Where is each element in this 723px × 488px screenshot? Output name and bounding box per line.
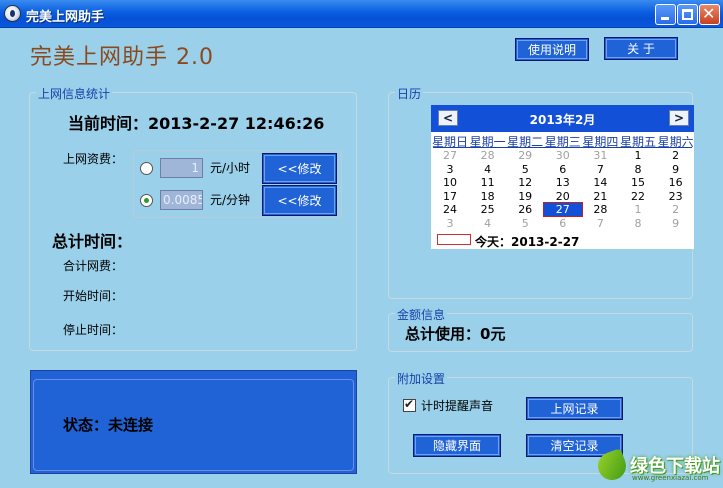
calendar-day[interactable]: 20 (544, 190, 582, 203)
app-icon (4, 5, 21, 22)
calendar-day[interactable]: 5 (506, 217, 544, 230)
help-button[interactable]: 使用说明 (515, 38, 589, 61)
calendar-day[interactable]: 2 (657, 203, 695, 216)
calendar-day[interactable]: 11 (469, 176, 507, 189)
log-button[interactable]: 上网记录 (526, 397, 623, 420)
calendar-day[interactable]: 28 (581, 203, 619, 216)
amount-group-label: 金额信息 (395, 306, 448, 323)
timer-sound-label: 计时提醒声音 (421, 399, 494, 413)
app-title: 完美上网助手 2.0 (30, 45, 214, 70)
weekday-header: 星期日 (431, 135, 468, 149)
total-used: 总计使用：0元 (405, 325, 506, 343)
extra-settings-label: 附加设置 (395, 370, 448, 387)
calendar-day[interactable]: 29 (506, 149, 544, 162)
calendar-day[interactable]: 27 (542, 202, 583, 217)
calendar-day[interactable]: 9 (657, 163, 695, 176)
weekday-header: 星期六 (657, 135, 694, 149)
weekday-header: 星期五 (619, 135, 656, 149)
calendar-day[interactable]: 10 (431, 176, 469, 189)
leaf-icon (594, 448, 630, 484)
calendar-day[interactable]: 19 (506, 190, 544, 203)
calendar-day[interactable]: 13 (544, 176, 582, 189)
modify-hour-button[interactable]: <<修改 (262, 153, 337, 184)
rate-hour-unit: 元/小时 (210, 161, 251, 175)
start-time-label: 开始时间： (63, 289, 124, 303)
maximize-button[interactable] (677, 4, 698, 25)
calendar-day[interactable]: 22 (619, 190, 657, 203)
calendar-day[interactable]: 24 (431, 203, 469, 216)
calendar-day[interactable]: 4 (469, 217, 507, 230)
calendar-day[interactable]: 21 (581, 190, 619, 203)
rate-minute-unit: 元/分钟 (210, 193, 251, 207)
calendar-day[interactable]: 16 (657, 176, 695, 189)
calendar-day[interactable]: 1 (619, 149, 657, 162)
rate-minute-input[interactable]: 0.0085 (160, 190, 203, 210)
weekday-header: 星期二 (507, 135, 544, 149)
calendar-next-button[interactable]: > (669, 110, 689, 126)
minimize-button[interactable] (655, 4, 676, 25)
calendar-day[interactable]: 2 (657, 149, 695, 162)
calendar-day[interactable]: 15 (619, 176, 657, 189)
calendar-day[interactable]: 28 (469, 149, 507, 162)
title-bar[interactable]: 完美上网助手 ✕ (0, 0, 723, 28)
chevron-right-icon: > (673, 111, 685, 125)
calendar-day[interactable]: 30 (544, 149, 582, 162)
calendar-day[interactable]: 3 (431, 163, 469, 176)
hide-button[interactable]: 隐藏界面 (413, 434, 501, 457)
calendar-day[interactable]: 26 (506, 203, 544, 216)
rate-hour-input[interactable]: 1 (160, 158, 203, 178)
stats-group-label: 上网信息统计 (36, 85, 113, 102)
calendar-group-label: 日历 (395, 85, 424, 102)
today-marker (437, 234, 471, 245)
weekday-header: 星期三 (544, 135, 581, 149)
status-panel: 状态：未连接 (30, 370, 357, 474)
fee-label: 上网资费： (63, 152, 124, 166)
close-button[interactable]: ✕ (699, 4, 720, 25)
calendar-day[interactable]: 31 (581, 149, 619, 162)
close-icon: ✕ (702, 4, 716, 23)
maximize-icon (682, 9, 693, 20)
calendar-day[interactable]: 17 (431, 190, 469, 203)
weekday-header: 星期四 (582, 135, 619, 149)
calendar-day[interactable]: 6 (544, 217, 582, 230)
rate-hour-radio[interactable] (140, 162, 153, 175)
calendar-day[interactable]: 25 (469, 203, 507, 216)
stop-time-label: 停止时间： (63, 323, 124, 337)
connection-status: 状态：未连接 (63, 416, 154, 434)
calendar-day[interactable]: 9 (657, 217, 695, 230)
calendar-day[interactable]: 3 (431, 217, 469, 230)
calendar-day[interactable]: 12 (506, 176, 544, 189)
rate-minute-radio[interactable] (140, 194, 153, 207)
current-time: 当前时间：2013-2-27 12:46:26 (68, 114, 325, 133)
calendar[interactable]: 2013年2月 < > 今天：2013-2-27 星期日 星期一 星期二 星期三 星期四… (431, 105, 694, 249)
calendar-day[interactable]: 8 (619, 217, 657, 230)
watermark-url: www.greenxiazai.com (632, 474, 709, 482)
calendar-day[interactable]: 7 (581, 217, 619, 230)
calendar-day[interactable]: 7 (581, 163, 619, 176)
calendar-day[interactable]: 1 (619, 203, 657, 216)
calendar-day[interactable]: 27 (431, 149, 469, 162)
calendar-day[interactable]: 8 (619, 163, 657, 176)
total-time-label: 总计时间： (52, 232, 133, 251)
window-title: 完美上网助手 (26, 10, 105, 25)
calendar-day[interactable]: 4 (469, 163, 507, 176)
check-icon: ✔ (404, 397, 415, 411)
about-button[interactable]: 关 于 (604, 37, 678, 60)
modify-minute-button[interactable]: <<修改 (262, 185, 337, 216)
minimize-icon (661, 17, 669, 20)
watermark: 绿色下载站 www.greenxiazai.com (594, 448, 721, 486)
calendar-today[interactable]: 今天：2013-2-27 (475, 233, 579, 250)
calendar-header: 2013年2月 < > (431, 105, 694, 132)
total-fee-label: 合计网费： (63, 259, 124, 273)
calendar-day[interactable]: 5 (506, 163, 544, 176)
calendar-day[interactable]: 18 (469, 190, 507, 203)
timer-sound-checkbox[interactable]: ✔ (403, 397, 416, 412)
calendar-day[interactable]: 23 (657, 190, 695, 203)
calendar-prev-button[interactable]: < (438, 110, 458, 126)
calendar-month-title: 2013年2月 (529, 113, 596, 127)
weekday-header: 星期一 (469, 135, 506, 149)
calendar-day[interactable]: 6 (544, 163, 582, 176)
chevron-left-icon: < (442, 111, 454, 125)
calendar-day[interactable]: 14 (581, 176, 619, 189)
